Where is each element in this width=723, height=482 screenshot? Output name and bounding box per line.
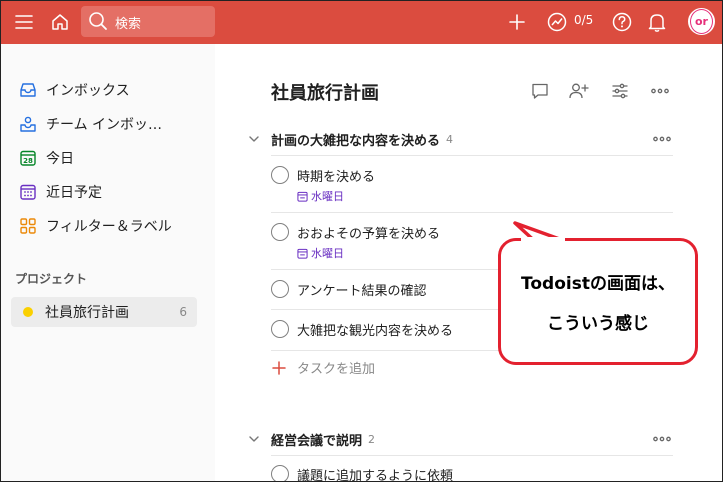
sidebar: インボックス チーム インボッ… 28 今日 近日予定 フィルター＆ラベル プロ… <box>1 44 215 481</box>
calendar-icon <box>297 248 308 259</box>
svg-text:28: 28 <box>23 157 33 165</box>
chevron-down-icon[interactable] <box>247 432 261 446</box>
sidebar-item-label: チーム インボッ… <box>46 117 163 133</box>
task-text[interactable]: おおよその予算を決める <box>297 223 440 242</box>
section-title: 経営会議で説明 <box>271 433 363 449</box>
avatar[interactable]: or <box>688 8 715 35</box>
inbox-icon <box>18 80 38 100</box>
karma-count[interactable]: 0/5 <box>574 13 593 27</box>
menu-icon[interactable] <box>11 9 37 35</box>
search-input[interactable]: 検索 <box>81 6 215 37</box>
sidebar-item-label: 今日 <box>46 151 74 167</box>
sidebar-project-item[interactable]: 社員旅行計画 6 <box>11 297 197 327</box>
task-text[interactable]: 議題に追加するように依頼 <box>297 465 453 481</box>
avatar-initials: or <box>690 9 713 34</box>
notification-bell-icon[interactable] <box>644 9 670 35</box>
share-user-icon[interactable] <box>568 80 590 102</box>
section-count: 4 <box>446 132 454 146</box>
app-frame: 検索 0/5 or インボックス チーム インボッ… 28 今日 近日予定 フィ… <box>0 0 723 482</box>
section-header[interactable]: 計画の大雑把な内容を決める 4 <box>247 127 673 151</box>
task-checkbox[interactable] <box>271 320 289 338</box>
home-icon[interactable] <box>47 9 73 35</box>
search-placeholder: 検索 <box>115 17 142 32</box>
chevron-down-icon[interactable] <box>247 132 261 146</box>
karma-icon[interactable] <box>544 9 570 35</box>
divider <box>271 155 673 156</box>
task-item[interactable]: 議題に追加するように依頼 <box>271 465 673 481</box>
section-more-icon[interactable] <box>651 429 673 449</box>
calendar-upcoming-icon <box>18 182 38 202</box>
comment-icon[interactable] <box>529 80 551 102</box>
view-settings-icon[interactable] <box>609 80 631 102</box>
plus-icon <box>272 360 286 375</box>
task-checkbox[interactable] <box>271 465 289 481</box>
task-text[interactable]: 大雑把な観光内容を決める <box>297 320 453 339</box>
calendar-today-icon: 28 <box>18 148 38 168</box>
search-icon <box>87 10 109 32</box>
callout-box: Todoistの画面は、 こういう感じ <box>498 238 698 365</box>
add-task-icon[interactable] <box>504 9 530 35</box>
page-title: 社員旅行計画 <box>271 83 379 104</box>
sidebar-item-filters-labels[interactable]: フィルター＆ラベル <box>11 211 197 241</box>
sidebar-item-team-inbox[interactable]: チーム インボッ… <box>11 109 197 139</box>
team-inbox-icon <box>18 114 38 134</box>
due-date-label: 水曜日 <box>311 190 344 203</box>
project-count: 6 <box>179 305 187 319</box>
callout-line-2: こういう感じ <box>547 314 649 334</box>
task-checkbox[interactable] <box>271 166 289 184</box>
add-task-label: タスクを追加 <box>297 362 376 377</box>
task-text[interactable]: 時期を決める <box>297 166 375 185</box>
divider <box>271 455 673 456</box>
due-date[interactable]: 水曜日 <box>297 245 344 261</box>
section-title: 計画の大雑把な内容を決める <box>271 133 441 149</box>
project-color-dot <box>23 307 33 317</box>
add-task-button[interactable]: タスクを追加 <box>271 358 375 377</box>
sidebar-item-upcoming[interactable]: 近日予定 <box>11 177 197 207</box>
sidebar-item-label: インボックス <box>46 83 130 99</box>
section-count: 2 <box>368 432 376 446</box>
task-item[interactable]: 時期を決める 水曜日 <box>271 166 673 214</box>
sidebar-item-label: 近日予定 <box>46 185 102 201</box>
sidebar-item-inbox[interactable]: インボックス <box>11 75 197 105</box>
filters-labels-icon <box>18 216 38 236</box>
due-date[interactable]: 水曜日 <box>297 188 344 204</box>
top-bar: 検索 0/5 or <box>1 1 722 44</box>
task-text[interactable]: アンケート結果の確認 <box>297 280 426 299</box>
due-date-label: 水曜日 <box>311 247 344 260</box>
section-header[interactable]: 経営会議で説明 2 <box>247 427 673 451</box>
more-options-icon[interactable] <box>649 80 671 102</box>
task-checkbox[interactable] <box>271 223 289 241</box>
help-icon[interactable] <box>609 9 635 35</box>
task-checkbox[interactable] <box>271 280 289 298</box>
projects-heading[interactable]: プロジェクト <box>15 270 87 287</box>
sidebar-item-label: フィルター＆ラベル <box>46 219 172 235</box>
project-label: 社員旅行計画 <box>45 305 129 321</box>
divider <box>271 212 673 213</box>
section-more-icon[interactable] <box>651 129 673 149</box>
calendar-icon <box>297 191 308 202</box>
callout-line-1: Todoistの画面は、 <box>521 274 675 294</box>
callout-tail-mask <box>521 237 565 247</box>
sidebar-item-today[interactable]: 28 今日 <box>11 143 197 173</box>
